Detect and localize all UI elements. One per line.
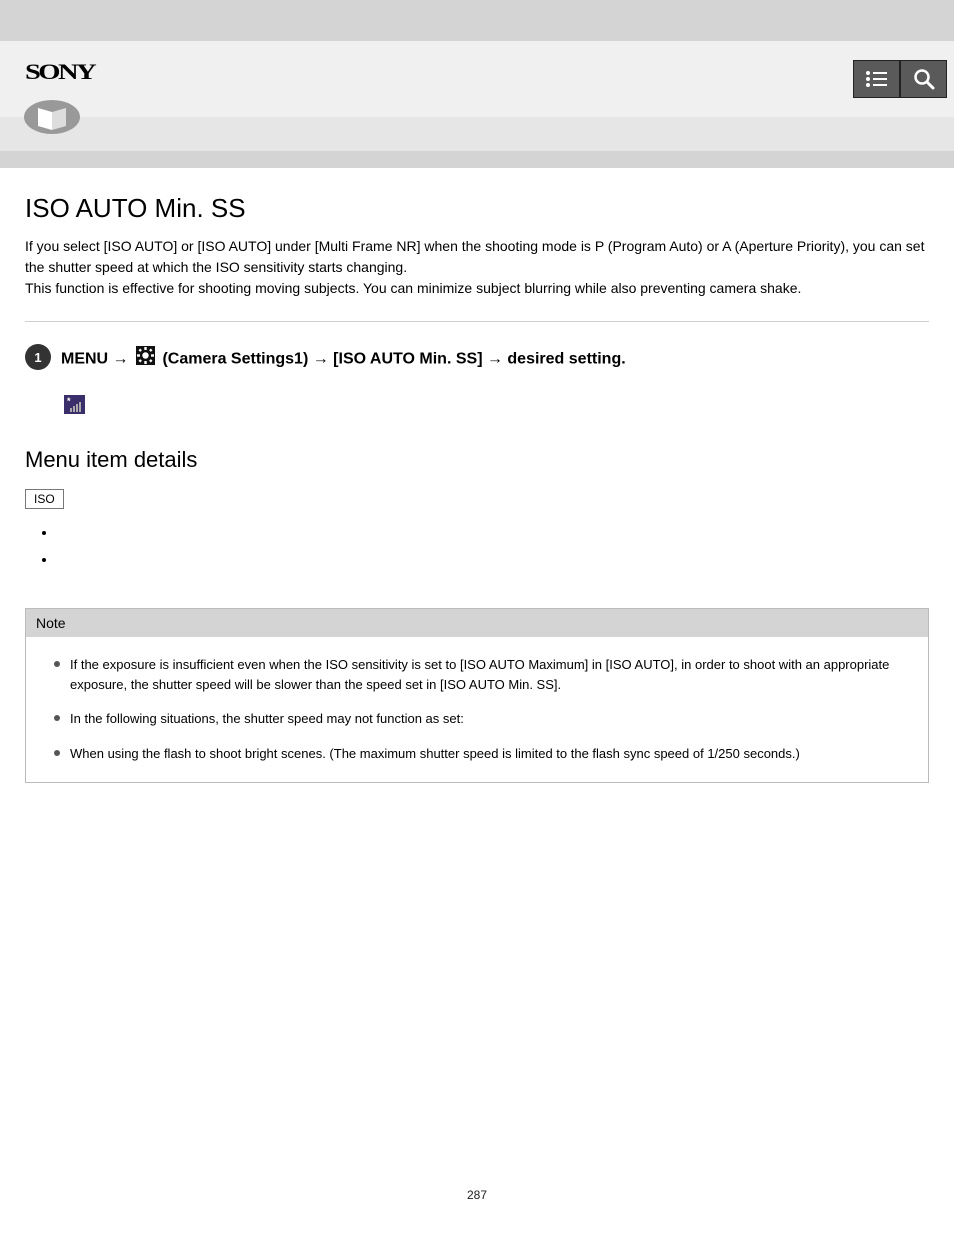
- search-icon: [913, 68, 935, 90]
- multi-frame-nr-row: *: [61, 395, 929, 419]
- note-list: If the exposure is insufficient even whe…: [26, 637, 928, 782]
- step-number-badge: 1: [25, 344, 51, 370]
- multi-frame-nr-icon: *: [64, 395, 85, 419]
- step-1-text: MENU → (Cam: [61, 344, 626, 373]
- topic-title: ISO AUTO Min. SS: [25, 193, 929, 224]
- note-item: In the following situations, the shutter…: [54, 709, 910, 729]
- note-header: Note: [26, 609, 928, 637]
- note-item: If the exposure is insufficient even whe…: [54, 655, 910, 695]
- page-number: 287: [0, 1188, 954, 1226]
- details-list: [25, 519, 929, 572]
- section-divider: [25, 321, 929, 322]
- note-item: When using the flash to shoot bright sce…: [54, 744, 910, 764]
- search-button[interactable]: [900, 60, 947, 98]
- note-box: Note If the exposure is insufficient eve…: [25, 608, 929, 783]
- camera-settings-gear-icon: [136, 346, 155, 373]
- list-icon: [865, 70, 889, 88]
- option-iso-label: ISO: [25, 489, 64, 509]
- step-1-label: (Camera Settings1): [162, 351, 308, 368]
- step-1-suffix: → [ISO AUTO Min. SS] → desired setting.: [313, 351, 626, 368]
- svg-text:*: *: [67, 396, 71, 406]
- sub-header: [0, 117, 954, 151]
- header-buttons: [853, 60, 947, 98]
- top-gray-band: [0, 0, 954, 41]
- menu-item-details-heading: Menu item details: [25, 447, 929, 473]
- main-content: ISO AUTO Min. SS If you select [ISO AUTO…: [0, 168, 954, 808]
- list-item: [57, 519, 929, 546]
- list-button[interactable]: [853, 60, 900, 98]
- step-1-prefix: MENU →: [61, 351, 133, 368]
- step-1: 1 MENU →: [25, 344, 929, 373]
- gray-band-2: [0, 151, 954, 168]
- sony-logo: SONY: [25, 59, 94, 85]
- list-item: [57, 546, 929, 573]
- intro-paragraph: If you select [ISO AUTO] or [ISO AUTO] u…: [25, 236, 929, 299]
- manual-book-icon: [24, 100, 80, 139]
- page-header: SONY: [0, 41, 954, 117]
